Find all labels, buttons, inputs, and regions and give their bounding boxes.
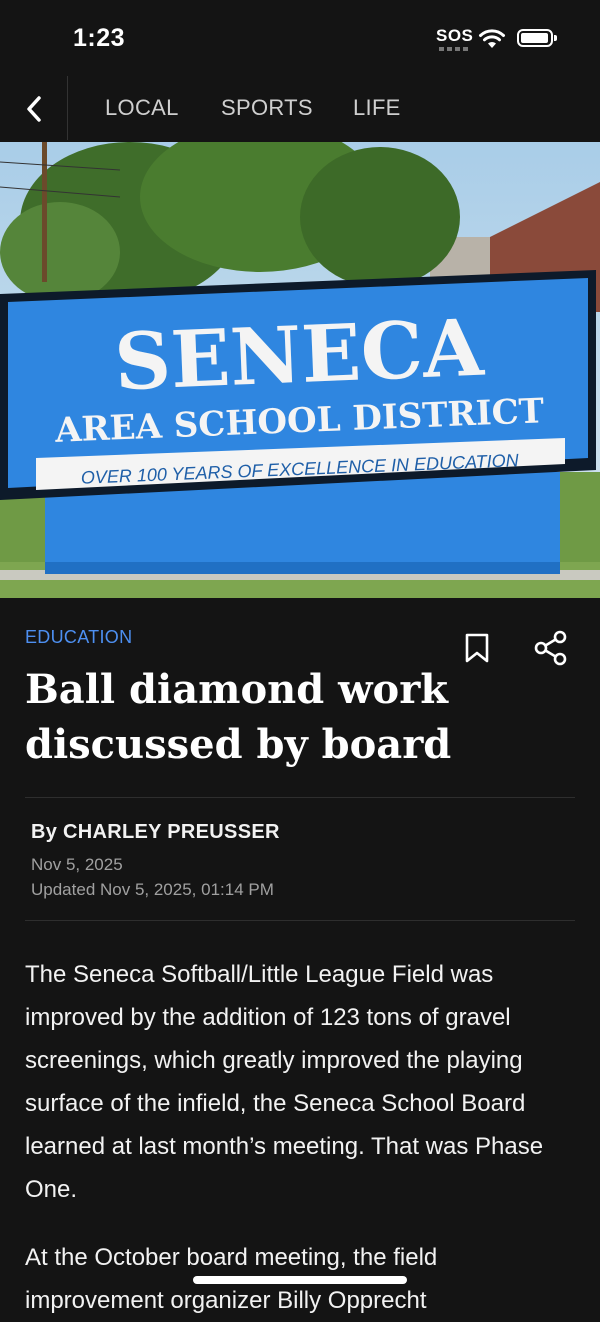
section-nav: LOCAL SPORTS LIFE — [0, 76, 600, 142]
article-updated: Updated Nov 5, 2025, 01:14 PM — [31, 880, 274, 899]
status-time: 1:23 — [73, 24, 126, 52]
article-date: Nov 5, 2025 — [31, 855, 123, 874]
hero-image: SENECA AREA SCHOOL DISTRICT OVER 100 YEA… — [0, 142, 600, 598]
tab-sports[interactable]: SPORTS — [221, 95, 313, 121]
divider — [25, 920, 575, 921]
article-headline: Ball diamond work discussed by board — [25, 666, 452, 768]
sign-title: SENECA — [113, 303, 487, 409]
back-chevron-icon[interactable] — [22, 92, 48, 126]
status-bar: 1:23 SOS — [0, 0, 600, 76]
school-sign-photo: SENECA AREA SCHOOL DISTRICT OVER 100 YEA… — [0, 142, 600, 598]
article-paragraph: The Seneca Softball/Little League Field … — [25, 961, 544, 1203]
divider — [25, 797, 575, 798]
tab-life[interactable]: LIFE — [353, 95, 401, 121]
bookmark-icon[interactable] — [463, 632, 491, 664]
wifi-icon — [479, 29, 505, 48]
home-indicator[interactable] — [193, 1276, 407, 1284]
battery-icon — [517, 29, 557, 47]
nav-divider — [67, 76, 68, 140]
tab-local[interactable]: LOCAL — [105, 95, 179, 121]
share-icon[interactable] — [533, 630, 569, 666]
article-category[interactable]: EDUCATION — [25, 627, 132, 648]
signal-dots — [439, 47, 469, 51]
article-byline[interactable]: By CHARLEY PREUSSER — [31, 821, 280, 844]
sos-indicator: SOS — [436, 26, 474, 45]
